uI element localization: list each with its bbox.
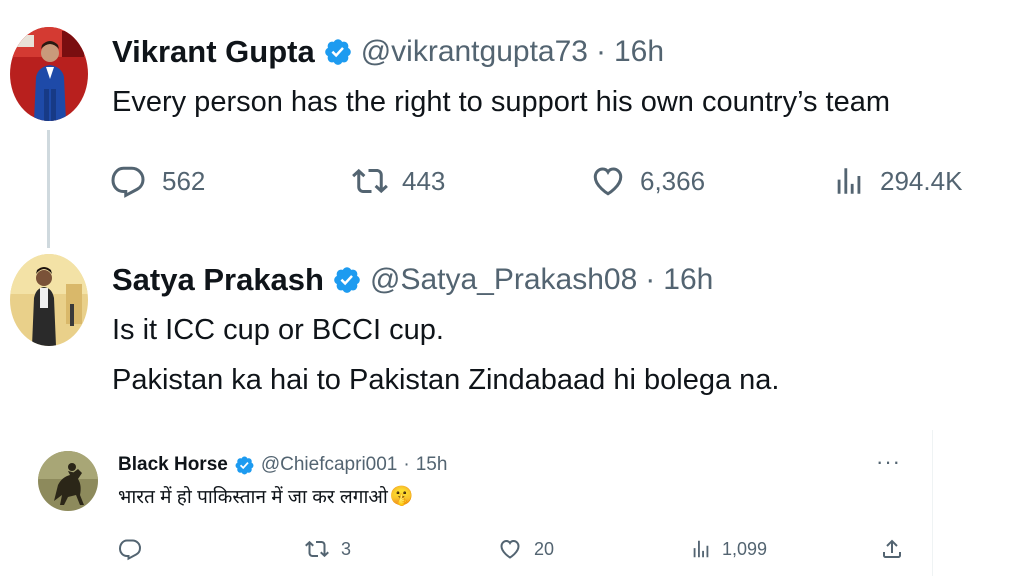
reply-icon	[110, 163, 146, 199]
verified-badge-icon	[323, 37, 353, 67]
separator: ·	[595, 35, 606, 68]
shushing-face-emoji: 🤫	[389, 486, 414, 507]
author-handle[interactable]: @vikrantgupta73	[361, 35, 588, 69]
retweet-count: 3	[341, 538, 352, 559]
separator: ·	[403, 454, 410, 475]
retweet-count: 443	[402, 165, 446, 196]
column-divider	[932, 430, 933, 576]
views-button[interactable]: 294.4K	[832, 160, 962, 202]
share-button[interactable]	[880, 535, 904, 563]
author-name[interactable]: Satya Prakash	[112, 262, 324, 298]
views-count: 294.4K	[880, 165, 963, 196]
tweet-header: Satya Prakash @Satya_Prakash08 · 16h	[112, 258, 713, 302]
like-count: 6,366	[640, 165, 706, 196]
verified-badge-icon	[332, 265, 362, 295]
timestamp[interactable]: 16h	[614, 35, 664, 69]
separator: ·	[645, 263, 656, 296]
more-options-button[interactable]: ···	[876, 451, 901, 473]
heart-icon	[590, 163, 626, 199]
like-button[interactable]: 6,366	[590, 160, 705, 202]
verified-badge-icon	[234, 455, 255, 476]
timestamp[interactable]: 15h	[416, 454, 448, 476]
retweet-button[interactable]: 3	[305, 535, 351, 563]
like-count: 20	[534, 538, 555, 559]
reply-count: 562	[162, 165, 206, 196]
avatar[interactable]	[38, 451, 98, 511]
timestamp[interactable]: 16h	[663, 263, 713, 297]
tweet-header: Vikrant Gupta @vikrantgupta73 · 16h	[112, 30, 664, 74]
author-name[interactable]: Black Horse	[118, 454, 228, 476]
heart-icon	[498, 537, 522, 561]
tweet-text: Every person has the right to support hi…	[112, 86, 891, 118]
author-handle[interactable]: @Chiefcapri001	[261, 454, 398, 476]
retweet-button[interactable]: 443	[352, 160, 445, 202]
retweet-icon	[352, 163, 388, 199]
reply-button[interactable]	[118, 535, 142, 563]
tweet-text-line-2: Pakistan ka hai to Pakistan Zindabaad hi…	[112, 364, 780, 396]
thread-connector-line	[47, 130, 50, 248]
avatar[interactable]	[10, 254, 88, 346]
reply-button[interactable]: 562	[110, 160, 205, 202]
tweet-text-line-1: Is it ICC cup or BCCI cup.	[112, 314, 444, 346]
tweet-text-content: भारत में हो पाकिस्तान में जा कर लगाओ	[118, 487, 388, 508]
like-button[interactable]: 20	[498, 535, 554, 563]
tweet-header: Black Horse @Chiefcapri001 · 15h	[118, 452, 447, 478]
retweet-icon	[305, 537, 329, 561]
author-handle[interactable]: @Satya_Prakash08	[370, 263, 637, 297]
reply-icon	[118, 537, 142, 561]
author-name[interactable]: Vikrant Gupta	[112, 34, 315, 70]
views-count: 1,099	[722, 538, 768, 559]
views-icon	[690, 538, 712, 560]
views-button[interactable]: 1,099	[690, 535, 767, 563]
tweet-text: भारत में हो पाकिस्तान में जा कर लगाओ 🤫	[118, 483, 413, 509]
views-icon	[832, 164, 866, 198]
share-icon	[880, 537, 904, 561]
avatar[interactable]	[10, 27, 88, 121]
